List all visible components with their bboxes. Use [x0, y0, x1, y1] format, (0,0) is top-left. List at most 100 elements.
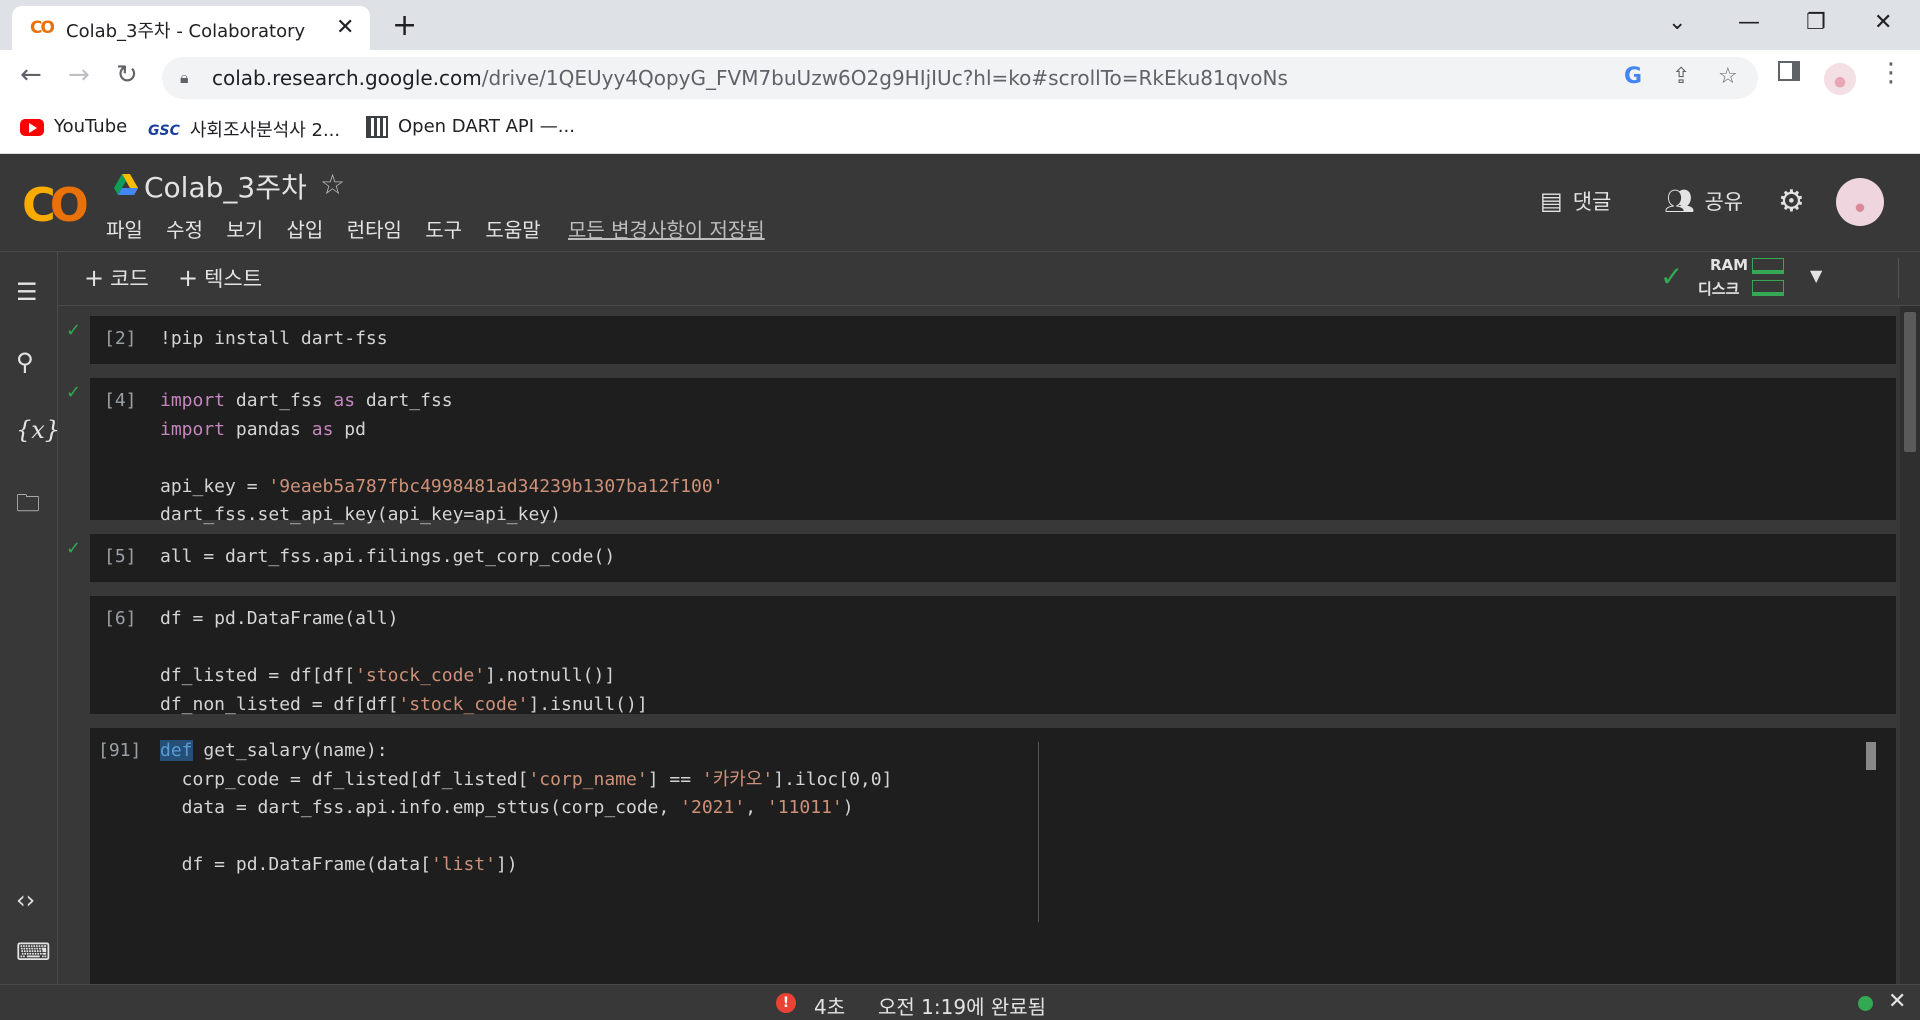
- bookmark-star-icon[interactable]: ☆: [1718, 64, 1738, 89]
- code-cell-active[interactable]: [91] def get_salary(name): corp_code = d…: [90, 728, 1896, 984]
- execution-count: [2]: [104, 328, 137, 349]
- search-icon[interactable]: ⚲: [16, 348, 34, 376]
- back-arrow-icon[interactable]: ←: [20, 60, 42, 90]
- disk-usage-bar: [1752, 280, 1784, 296]
- minimize-window-icon[interactable]: —: [1738, 10, 1760, 35]
- notebook-scrollbar[interactable]: [1900, 306, 1920, 984]
- runtime-dropdown-icon[interactable]: ▼: [1810, 266, 1822, 285]
- menu-edit[interactable]: 수정: [166, 218, 203, 242]
- dart-icon: [366, 116, 388, 138]
- address-bar[interactable]: 🔒︎ colab.research.google.com/drive/1QEUy…: [162, 57, 1758, 99]
- execution-count: [6]: [104, 608, 137, 629]
- close-window-icon[interactable]: ✕: [1874, 10, 1892, 35]
- colab-logo-icon[interactable]: CO: [22, 178, 89, 232]
- google-drive-icon: [114, 174, 138, 195]
- bookmarks-bar: YouTube GSC 사회조사분석사 2... Open DART API —.…: [0, 106, 1920, 154]
- code-line: all = dart_fss.api.filings.get_corp_code…: [160, 546, 616, 567]
- add-code-cell-button[interactable]: + 코드: [84, 263, 149, 293]
- bookmark-open-dart[interactable]: Open DART API —...: [366, 116, 575, 138]
- new-tab-plus-icon[interactable]: +: [392, 8, 417, 43]
- star-notebook-icon[interactable]: ☆: [320, 168, 345, 201]
- lock-icon: 🔒︎: [180, 68, 189, 87]
- notebook-title[interactable]: Colab_3주차: [144, 166, 307, 206]
- side-panel-icon[interactable]: [1778, 61, 1800, 81]
- runtime-connected-check-icon: ✓: [1660, 260, 1684, 293]
- colab-favicon-icon: CO: [30, 18, 55, 38]
- status-bar: ! 4초 오전 1:19에 완료됨 ✕: [0, 984, 1920, 1020]
- notebook-toolbar: +코드 +텍스트 ✓ RAM 디스크 ▼ ⌃: [58, 252, 1920, 306]
- scrollbar-thumb[interactable]: [1904, 312, 1916, 452]
- tab-search-chevron-icon[interactable]: ⌄: [1668, 10, 1686, 35]
- comment-label: 댓글: [1572, 190, 1612, 214]
- cell-code[interactable]: df = pd.DataFrame(all) df_listed = df[df…: [160, 605, 648, 719]
- disk-label: 디스크: [1698, 280, 1740, 298]
- close-status-icon[interactable]: ✕: [1888, 989, 1906, 1014]
- gsc-icon: GSC: [148, 123, 180, 139]
- bookmark-label: YouTube: [54, 116, 128, 137]
- execution-count: [91]: [98, 740, 142, 761]
- cell-code[interactable]: !pip install dart-fss: [160, 325, 388, 354]
- bookmark-gsc[interactable]: GSC 사회조사분석사 2...: [148, 116, 340, 142]
- menu-file[interactable]: 파일: [106, 218, 143, 242]
- cell-code-editor[interactable]: def get_salary(name): corp_code = df_lis…: [160, 737, 892, 880]
- ram-usage-bar: [1752, 258, 1784, 274]
- restore-window-icon[interactable]: ❐: [1806, 10, 1826, 35]
- add-text-label: 텍스트: [204, 267, 263, 291]
- browser-tab-active[interactable]: CO Colab_3주차 - Colaboratory ✕: [12, 6, 370, 50]
- code-cell[interactable]: [4] import dart_fss as dart_fss import p…: [90, 378, 1896, 525]
- browser-address-row: ← → ↻ 🔒︎ colab.research.google.com/drive…: [0, 50, 1920, 106]
- cell-code[interactable]: all = dart_fss.api.filings.get_corp_code…: [160, 543, 615, 572]
- google-g-icon[interactable]: G: [1624, 64, 1642, 89]
- profile-avatar[interactable]: [1824, 63, 1856, 95]
- tab-close-icon[interactable]: ✕: [336, 15, 354, 40]
- execution-duration: 4초: [814, 995, 846, 1019]
- ram-label: RAM: [1710, 256, 1749, 274]
- execution-count: [4]: [104, 390, 137, 411]
- share-button[interactable]: 👥︎ 공유: [1664, 186, 1743, 216]
- bookmark-youtube[interactable]: YouTube: [20, 116, 127, 137]
- colab-header: CO Colab_3주차 ☆ 파일 수정 보기 삽입 런타임 도구 도움말 모든…: [0, 154, 1920, 252]
- comment-icon: ▤: [1540, 187, 1563, 215]
- menu-help[interactable]: 도움말: [485, 218, 540, 242]
- forward-arrow-icon[interactable]: →: [68, 60, 90, 90]
- cell-code[interactable]: import dart_fss as dart_fss import panda…: [160, 387, 724, 530]
- comment-button[interactable]: ▤ 댓글: [1540, 186, 1611, 216]
- url-host: colab.research.google.com: [212, 66, 482, 90]
- add-code-label: 코드: [110, 267, 149, 291]
- files-folder-icon[interactable]: 🗀︎: [16, 486, 40, 527]
- table-of-contents-icon[interactable]: ☰: [16, 278, 38, 306]
- menu-insert[interactable]: 삽입: [287, 218, 324, 242]
- editor-ruler-line: [1038, 742, 1039, 922]
- share-page-icon[interactable]: ⇪: [1672, 64, 1690, 89]
- editor-minimap-thumb[interactable]: [1866, 742, 1876, 770]
- completion-time: 오전 1:19에 완료됨: [878, 995, 1047, 1019]
- bookmark-label: 사회조사분석사 2...: [189, 120, 341, 141]
- cell-executed-check-icon: ✓: [66, 320, 82, 341]
- terminal-keyboard-icon[interactable]: ⌨︎: [16, 938, 51, 966]
- code-cell[interactable]: [6] df = pd.DataFrame(all) df_listed = d…: [90, 596, 1896, 715]
- browser-menu-kebab-icon[interactable]: ⋮: [1878, 58, 1904, 88]
- menu-bar: 파일 수정 보기 삽입 런타임 도구 도움말 모든 변경사항이 저장됨: [106, 214, 782, 243]
- menu-tools[interactable]: 도구: [425, 218, 462, 242]
- code-snippets-icon[interactable]: ‹›: [16, 886, 35, 914]
- menu-runtime[interactable]: 런타임: [347, 218, 402, 242]
- error-icon[interactable]: !: [776, 993, 796, 1013]
- menu-view[interactable]: 보기: [226, 218, 263, 242]
- url-text[interactable]: colab.research.google.com/drive/1QEUyy4Q…: [212, 66, 1288, 90]
- code-cell[interactable]: [2] !pip install dart-fss: [90, 316, 1896, 364]
- toolbar-divider: [1898, 258, 1899, 298]
- youtube-icon: [20, 118, 44, 136]
- left-sidebar: ☰ ⚲ {x} 🗀︎ ‹› ⌨︎: [0, 252, 60, 984]
- cell-executed-check-icon: ✓: [66, 382, 82, 403]
- code-cell[interactable]: [5] all = dart_fss.api.filings.get_corp_…: [90, 534, 1896, 582]
- url-path: /drive/1QEUyy4QopyG_FVM7buUzw6O2g9HIjIUc…: [481, 66, 1288, 90]
- save-status-link[interactable]: 모든 변경사항이 저장됨: [568, 218, 765, 242]
- people-icon: 👥︎: [1664, 187, 1695, 215]
- reload-icon[interactable]: ↻: [116, 60, 138, 90]
- colab-profile-avatar[interactable]: [1836, 178, 1884, 226]
- variables-icon[interactable]: {x}: [16, 416, 60, 444]
- bookmark-label: Open DART API —...: [398, 116, 575, 137]
- add-text-cell-button[interactable]: + 텍스트: [178, 263, 262, 293]
- settings-gear-icon[interactable]: ⚙: [1778, 184, 1805, 219]
- cell-executed-check-icon: ✓: [66, 538, 82, 559]
